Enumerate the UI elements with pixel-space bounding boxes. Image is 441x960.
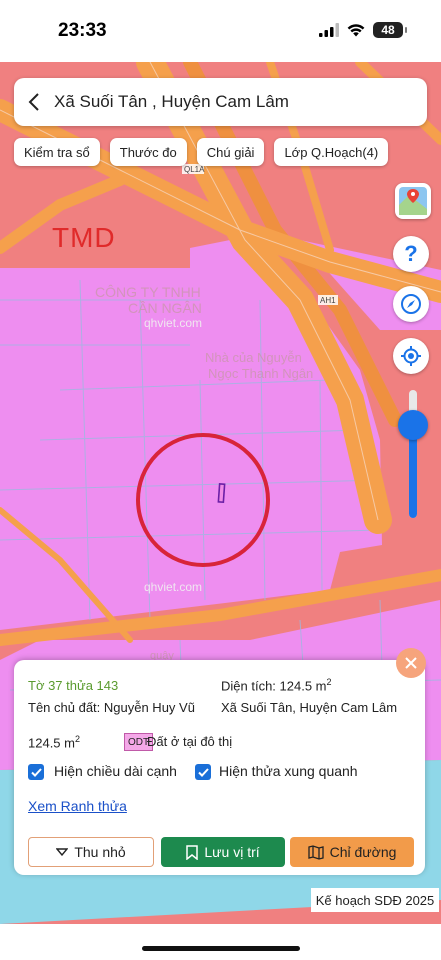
close-icon (405, 657, 417, 669)
opacity-slider-thumb[interactable] (398, 410, 428, 440)
save-location-button[interactable]: Lưu vị trí (161, 837, 285, 867)
edge-length-label[interactable]: Hiện chiều dài cạnh (54, 763, 177, 779)
parcel-info-panel: Tờ 37 thửa 143 Diện tích: 124.5 m2 Tên c… (14, 660, 425, 875)
checkmark-icon (197, 767, 209, 777)
minimize-button[interactable]: Thu nhỏ (28, 837, 154, 867)
view-boundary-link[interactable]: Xem Ranh thửa (28, 798, 127, 814)
watermark-site: qhviet.com (144, 316, 203, 330)
watermark-house-2: Ngọc Thanh Ngân (208, 366, 314, 381)
road-label-ah1: AH1 (320, 296, 336, 305)
planning-layer-button[interactable]: Lớp Q.Hoạch(4) (274, 138, 389, 166)
status-time: 23:33 (58, 20, 107, 41)
map-icon (307, 844, 324, 860)
search-bar[interactable]: Xã Suối Tân , Huyện Cam Lâm (14, 78, 427, 126)
status-icons: 48 (319, 22, 407, 38)
parcel-location: Xã Suối Tân, Huyện Cam Lâm (221, 700, 398, 715)
parcel-id: Tờ 37 thửa 143 (28, 678, 119, 693)
neighbor-parcels-label[interactable]: Hiện thửa xung quanh (219, 763, 358, 779)
map-layer-icon (399, 187, 427, 215)
edge-length-checkbox[interactable] (28, 764, 44, 780)
land-area-unit: 2 (74, 734, 80, 744)
back-arrow-icon[interactable] (14, 78, 54, 126)
home-indicator[interactable] (142, 946, 300, 951)
measure-button[interactable]: Thước đo (109, 138, 187, 166)
parcel-area-unit: 2 (326, 677, 332, 687)
battery-icon: 48 (373, 22, 407, 38)
land-type: Đất ở tại đô thị (147, 734, 233, 749)
bookmark-icon (186, 844, 199, 860)
location-title: Xã Suối Tân , Huyện Cam Lâm (54, 92, 289, 111)
status-bar: 23:33 48 (0, 0, 441, 62)
check-book-button[interactable]: Kiểm tra sổ (14, 138, 100, 166)
save-location-label: Lưu vị trí (204, 844, 260, 860)
battery-level: 48 (381, 23, 395, 37)
plan-year-label[interactable]: Kế hoạch SDĐ 2025 (311, 888, 439, 912)
close-panel-button[interactable] (396, 648, 426, 678)
wifi-icon (347, 24, 365, 37)
road-label-ql1a: QL1A (184, 165, 205, 174)
watermark-company-2: CẦN NGÂN (128, 300, 202, 316)
my-location-button[interactable] (393, 338, 429, 374)
minimize-label: Thu nhỏ (74, 844, 126, 860)
land-area-value: 124.5 m (28, 735, 75, 751)
chevron-down-icon (56, 848, 69, 856)
owner-name: Tên chủ đất: Nguyễn Huy Vũ (28, 700, 195, 715)
compass-button[interactable] (393, 286, 429, 322)
gps-icon (401, 346, 421, 366)
zone-label-tmd: TMD (52, 222, 116, 253)
toolbar-chips: Kiểm tra sổ Thước đo Chú giải Lớp Q.Hoạc… (14, 138, 389, 166)
neighbor-parcels-checkbox[interactable] (195, 764, 211, 780)
checkmark-icon (30, 767, 42, 777)
compass-icon (401, 294, 421, 314)
directions-label: Chỉ đường (329, 844, 397, 860)
parcel-area-row: Diện tích: 124.5 m2 (221, 677, 332, 693)
watermark-site-2: qhviet.com (144, 580, 203, 594)
signal-icon (319, 23, 339, 37)
legend-button[interactable]: Chú giải (196, 138, 265, 166)
map-layer-button[interactable] (395, 183, 431, 219)
watermark-company-1: CÔNG TY TNHH (95, 284, 201, 300)
help-icon: ? (404, 241, 418, 266)
directions-button[interactable]: Chỉ đường (290, 837, 414, 867)
help-button[interactable]: ? (393, 236, 429, 272)
parcel-area: Diện tích: 124.5 m (221, 678, 327, 694)
land-area-row: 124.5 m2 (28, 734, 80, 750)
watermark-house-1: Nhà của Nguyễn (205, 350, 302, 365)
